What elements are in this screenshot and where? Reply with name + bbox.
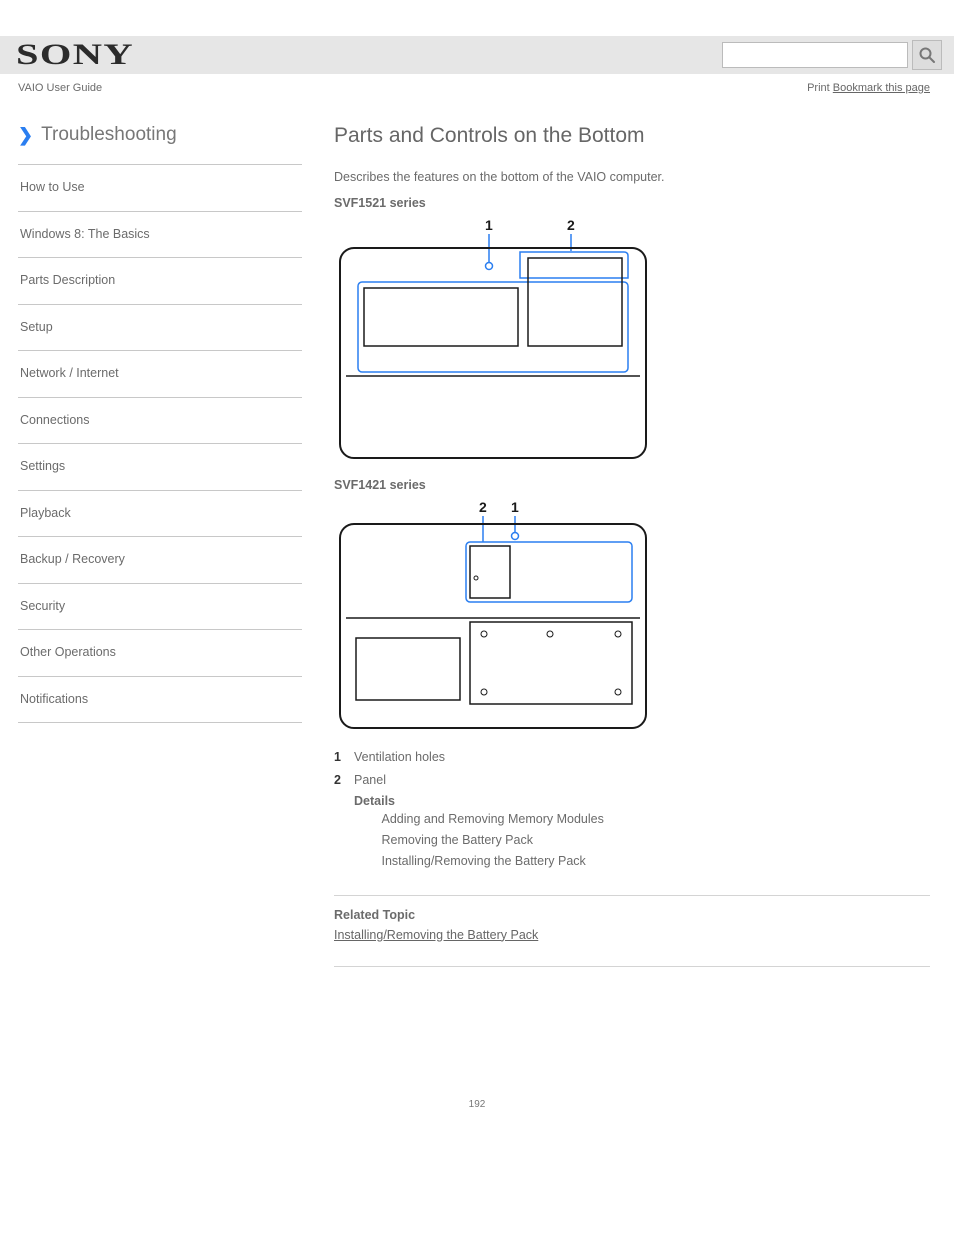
bookmark-link[interactable]: Bookmark this page (833, 82, 930, 94)
divider (334, 895, 930, 896)
sidebar-item-how-to-use[interactable]: How to Use (18, 164, 302, 211)
related-topic-title: Related Topic (334, 908, 930, 922)
page-number: 192 (0, 1099, 954, 1110)
details-bullets: Adding and Removing Memory Modules Remov… (382, 810, 604, 870)
details-label: Details (354, 794, 395, 808)
search-group (722, 40, 942, 70)
svg-text:2: 2 (567, 217, 575, 233)
numbered-list: 1 Ventilation holes 2 Panel Details Addi… (334, 748, 930, 873)
model-label-a: SVF1521 series (334, 196, 930, 210)
search-input[interactable] (722, 42, 908, 68)
bullet-item[interactable]: Installing/Removing the Battery Pack (382, 852, 604, 871)
diagram-svf1421: 2 1 (334, 498, 654, 734)
list-number: 2 (334, 771, 348, 873)
page-title: Parts and Controls on the Bottom (334, 124, 930, 148)
sidebar-item-playback[interactable]: Playback (18, 490, 302, 537)
top-row: VAIO User Guide Print Bookmark this page (0, 74, 954, 100)
model-label-b: SVF1421 series (334, 478, 930, 492)
svg-text:1: 1 (485, 217, 493, 233)
sidebar-item-notifications[interactable]: Notifications (18, 676, 302, 723)
search-button[interactable] (912, 40, 942, 70)
related-link[interactable]: Installing/Removing the Battery Pack (334, 928, 538, 942)
sidebar-item-windows8[interactable]: Windows 8: The Basics (18, 211, 302, 258)
chevron-right-icon: ❯ (18, 126, 33, 144)
print-label: Print (807, 82, 833, 94)
sidebar-item-other[interactable]: Other Operations (18, 629, 302, 676)
svg-text:1: 1 (511, 499, 519, 515)
bullet-item[interactable]: Removing the Battery Pack (382, 831, 604, 850)
sidebar-item-security[interactable]: Security (18, 583, 302, 630)
list-text: Ventilation holes (354, 748, 445, 767)
brand-logo: SONY (16, 38, 134, 72)
sidebar-title: Troubleshooting (41, 124, 177, 146)
sidebar-item-setup[interactable]: Setup (18, 304, 302, 351)
diagram-svf1521: 1 2 (334, 216, 654, 464)
print-bookmark: Print Bookmark this page (807, 82, 930, 94)
bullet-item[interactable]: Adding and Removing Memory Modules (382, 810, 604, 829)
header-bar: SONY (0, 36, 954, 74)
list-number: 1 (334, 748, 348, 767)
svg-text:2: 2 (479, 499, 487, 515)
sidebar-list: How to Use Windows 8: The Basics Parts D… (18, 164, 302, 723)
list-item: 2 Panel Details Adding and Removing Memo… (334, 771, 930, 873)
search-icon (918, 46, 936, 64)
sidebar-item-parts-description[interactable]: Parts Description (18, 257, 302, 304)
divider (334, 966, 930, 967)
sidebar-item-network[interactable]: Network / Internet (18, 350, 302, 397)
lead-paragraph: Describes the features on the bottom of … (334, 168, 930, 186)
user-guide-label: VAIO User Guide (18, 82, 102, 94)
main-content: Parts and Controls on the Bottom Describ… (334, 124, 930, 979)
sidebar-item-backup[interactable]: Backup / Recovery (18, 536, 302, 583)
sidebar-item-connections[interactable]: Connections (18, 397, 302, 444)
list-item: 1 Ventilation holes (334, 748, 930, 767)
list-text: Panel (354, 773, 386, 787)
sidebar: ❯ Troubleshooting How to Use Windows 8: … (18, 124, 302, 979)
sidebar-item-settings[interactable]: Settings (18, 443, 302, 490)
